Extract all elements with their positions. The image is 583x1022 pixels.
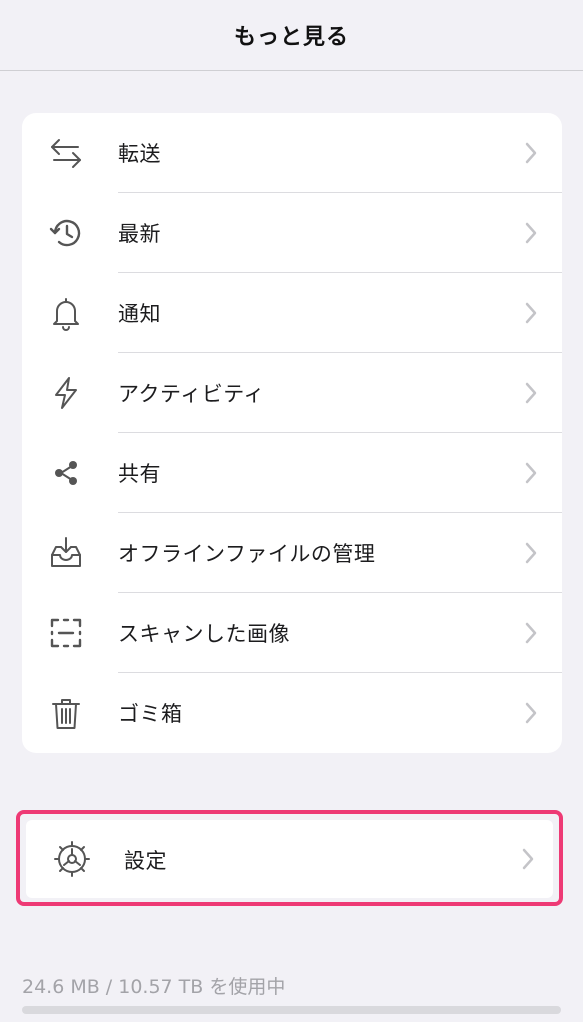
chevron-right-icon (525, 302, 537, 324)
bell-icon (46, 293, 86, 333)
menu-item-share[interactable]: 共有 (22, 433, 562, 513)
trash-icon (46, 693, 86, 733)
settings-highlight: 設定 (16, 810, 563, 906)
menu-item-recent[interactable]: 最新 (22, 193, 562, 273)
chevron-right-icon (522, 848, 534, 870)
menu-item-label: アクティビティ (118, 382, 265, 406)
menu-item-transfer[interactable]: 転送 (22, 113, 562, 193)
chevron-right-icon (525, 622, 537, 644)
lightning-icon (46, 373, 86, 413)
menu-item-scanned-images[interactable]: スキャンした画像 (22, 593, 562, 673)
menu-item-offline-files[interactable]: オフラインファイルの管理 (22, 513, 562, 593)
menu-list: 転送 最新 通知 アクティビティ 共有 オフラインファイルの管理 スキャンした画… (22, 113, 562, 753)
storage-usage-text: 24.6 MB / 10.57 TB を使用中 (22, 976, 286, 998)
menu-item-label: 共有 (118, 462, 161, 486)
chevron-right-icon (525, 702, 537, 724)
chevron-right-icon (525, 382, 537, 404)
menu-item-settings[interactable]: 設定 (26, 820, 553, 898)
gear-icon (52, 839, 92, 879)
menu-item-label: ゴミ箱 (118, 702, 183, 726)
chevron-right-icon (525, 142, 537, 164)
transfer-arrows-icon (46, 133, 86, 173)
menu-item-label: 転送 (118, 142, 161, 166)
menu-item-label: スキャンした画像 (118, 622, 290, 646)
chevron-right-icon (525, 462, 537, 484)
share-icon (46, 453, 86, 493)
menu-item-activity[interactable]: アクティビティ (22, 353, 562, 433)
offline-tray-icon (46, 533, 86, 573)
page-title: もっと見る (233, 25, 349, 50)
history-icon (46, 213, 86, 253)
menu-item-label: オフラインファイルの管理 (118, 542, 376, 566)
menu-item-label: 最新 (118, 222, 161, 246)
menu-item-trash[interactable]: ゴミ箱 (22, 673, 562, 753)
storage-usage-bar (22, 1006, 561, 1014)
settings-label: 設定 (124, 849, 167, 873)
navigation-bar: もっと見る (0, 0, 583, 71)
menu-item-notifications[interactable]: 通知 (22, 273, 562, 353)
menu-item-label: 通知 (118, 302, 161, 326)
chevron-right-icon (525, 222, 537, 244)
chevron-right-icon (525, 542, 537, 564)
scan-icon (46, 613, 86, 653)
